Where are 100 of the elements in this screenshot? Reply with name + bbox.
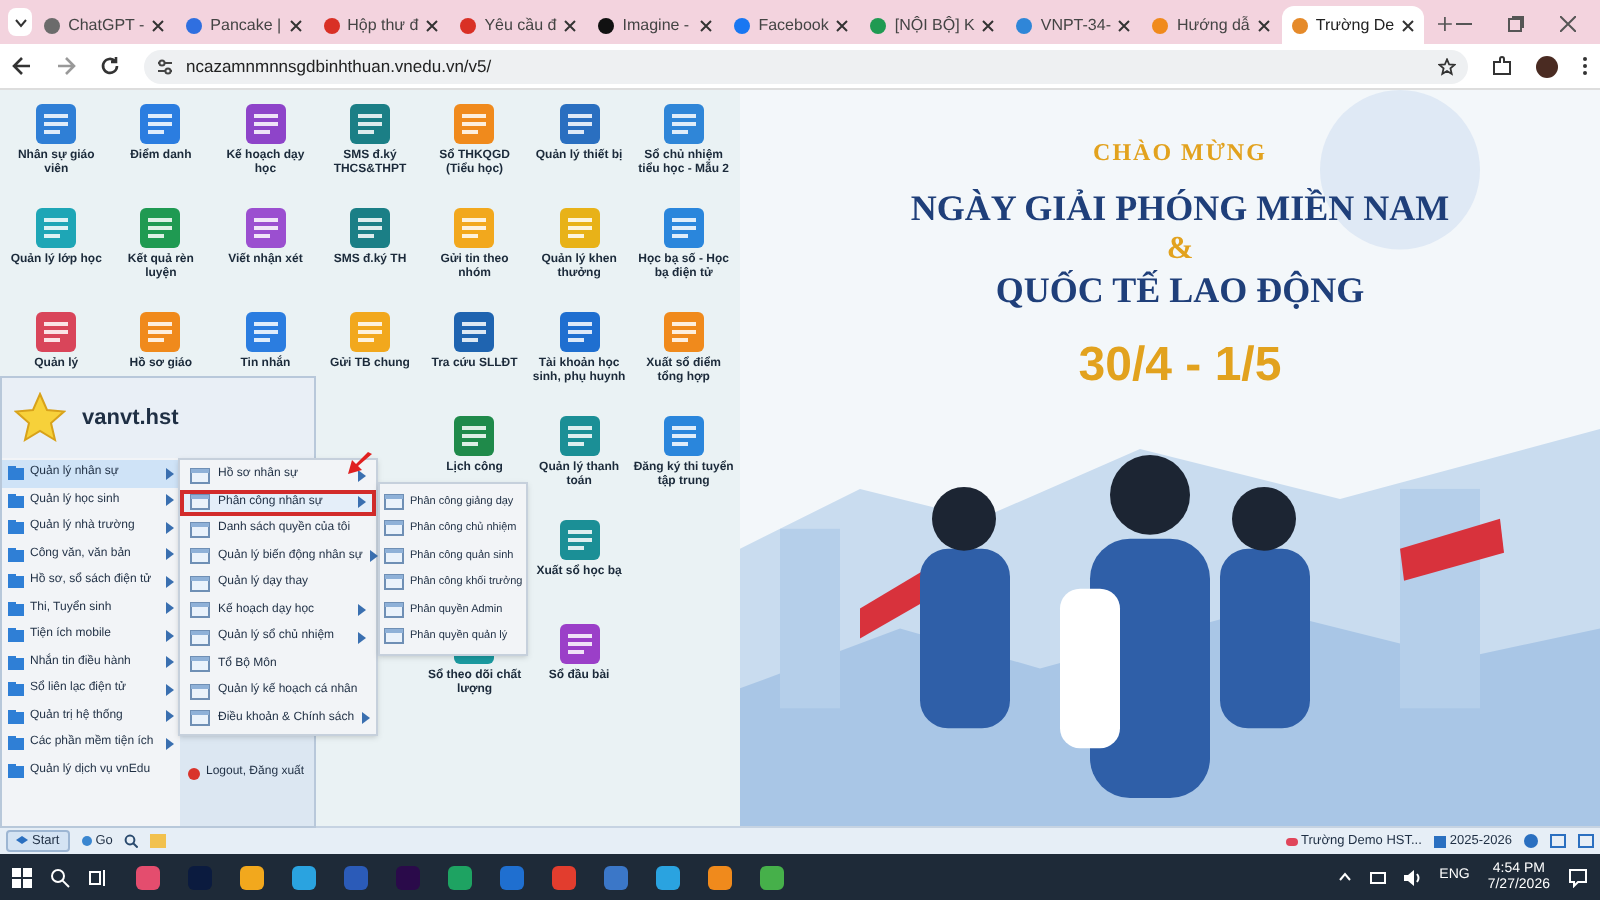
reload-icon[interactable] <box>100 56 120 76</box>
app-icon[interactable] <box>557 518 602 562</box>
window-icon <box>190 467 210 484</box>
window-icon <box>190 602 210 619</box>
speaker-icon[interactable] <box>1403 869 1422 885</box>
tab-title: Hộp thư đ <box>347 13 419 37</box>
window-icon <box>190 521 210 538</box>
ampersand-text: & <box>1166 236 1194 264</box>
close-icon[interactable] <box>564 19 577 31</box>
app-icon[interactable] <box>661 102 706 146</box>
app-icon[interactable] <box>34 102 79 146</box>
chevron-up-icon[interactable] <box>1337 872 1352 882</box>
browser-tab[interactable]: Hướng dẫ <box>1142 6 1280 44</box>
browser-tab[interactable]: Pancake | <box>176 6 312 44</box>
app-icon[interactable] <box>138 102 183 146</box>
app-icon[interactable] <box>452 310 497 354</box>
tab-title: Trường De <box>1315 13 1395 37</box>
favicon-icon <box>323 17 340 33</box>
app-icon[interactable] <box>347 206 392 250</box>
banner-greeting: CHÀO MỪNG <box>1093 136 1267 170</box>
network-icon[interactable] <box>1369 871 1386 883</box>
app-icon[interactable] <box>240 865 264 889</box>
more-icon[interactable] <box>1582 56 1588 76</box>
close-icon[interactable] <box>700 19 713 31</box>
window-icon <box>384 628 404 645</box>
app-icon[interactable] <box>604 865 628 889</box>
windows-logo-icon[interactable] <box>12 867 32 887</box>
app-icon[interactable] <box>557 310 602 354</box>
favicon-icon <box>870 17 887 33</box>
tab-title: Hướng dẫ <box>1176 13 1250 37</box>
app-icon[interactable] <box>500 865 524 889</box>
browser-tab[interactable]: Hộp thư đ <box>313 6 449 44</box>
forward-arrow-icon[interactable] <box>56 56 76 76</box>
close-icon[interactable] <box>836 19 849 31</box>
app-icon[interactable] <box>347 102 392 146</box>
plus-icon[interactable] <box>1438 16 1452 32</box>
window-icon <box>190 575 210 592</box>
tab-title: Pancake | <box>210 13 282 37</box>
browser-tab[interactable]: [NỘI BỘ] K <box>860 6 1005 44</box>
tab-list-button[interactable] <box>8 8 33 36</box>
browser-tab[interactable]: VNPT-34- <box>1006 6 1141 44</box>
avatar-icon[interactable] <box>1536 55 1558 77</box>
star-avatar-icon <box>14 392 66 444</box>
browser-tab[interactable]: ChatGPT - <box>34 6 175 44</box>
app-icon[interactable] <box>243 102 288 146</box>
window-icon <box>190 683 210 700</box>
tab-title: Yêu cầu đ <box>484 13 557 37</box>
favicon-icon <box>44 17 61 33</box>
url-text: ncazamnmnnsgdbinhthuan.vnedu.vn/v5/ <box>186 53 494 79</box>
app-icon[interactable] <box>34 310 79 354</box>
search-icon[interactable] <box>124 834 139 848</box>
app-icon[interactable] <box>243 310 288 354</box>
chevron-down-icon <box>13 17 28 27</box>
browser-tab[interactable]: Yêu cầu đ <box>450 6 587 44</box>
star-icon[interactable] <box>1438 57 1456 75</box>
favicon-icon <box>598 17 615 33</box>
close-icon[interactable] <box>1118 19 1131 31</box>
app-icon[interactable] <box>661 414 706 458</box>
app-icon[interactable] <box>557 102 602 146</box>
browser-tab[interactable]: Imagine - <box>588 6 723 44</box>
app-icon[interactable] <box>448 865 472 889</box>
puzzle-icon[interactable] <box>1492 56 1512 76</box>
close-icon[interactable] <box>1560 16 1576 32</box>
tab-title: VNPT-34- <box>1040 13 1111 37</box>
pointer-arrow-icon <box>346 452 374 476</box>
app-icon[interactable] <box>136 865 160 889</box>
app-icon[interactable] <box>292 865 316 889</box>
app-icon[interactable] <box>661 206 706 250</box>
tab-title: ChatGPT - <box>68 13 145 37</box>
app-icon[interactable] <box>656 865 680 889</box>
app-icon[interactable] <box>243 206 288 250</box>
favicon-icon <box>1152 17 1169 33</box>
close-icon[interactable] <box>1257 19 1270 31</box>
back-arrow-icon[interactable] <box>12 56 32 76</box>
window-icon <box>384 547 404 564</box>
favicon-icon <box>1016 17 1033 33</box>
browser-tab[interactable]: Facebook <box>724 6 859 44</box>
task-view-icon[interactable] <box>88 867 108 887</box>
search-icon[interactable] <box>50 867 70 887</box>
favicon-icon <box>186 17 203 33</box>
close-icon[interactable] <box>1402 19 1415 31</box>
close-icon[interactable] <box>426 19 439 31</box>
app-icon[interactable] <box>138 206 183 250</box>
app-icon[interactable] <box>552 865 576 889</box>
window-icon <box>384 601 404 618</box>
notification-icon[interactable] <box>1568 867 1588 887</box>
close-icon[interactable] <box>289 19 302 31</box>
app-icon[interactable] <box>557 414 602 458</box>
browser-tab[interactable]: Trường De <box>1281 6 1425 44</box>
close-icon[interactable] <box>982 19 995 31</box>
site-settings-icon[interactable] <box>156 57 174 75</box>
app-icon[interactable] <box>760 865 784 889</box>
app-icon[interactable] <box>708 865 732 889</box>
address-field[interactable]: ncazamnmnnsgdbinhthuan.vnedu.vn/v5/ <box>144 49 1468 83</box>
app-icon[interactable] <box>557 622 602 666</box>
window-icon <box>190 710 210 727</box>
restore-icon[interactable] <box>1508 16 1524 32</box>
close-icon[interactable] <box>152 19 165 31</box>
window-icon <box>384 493 404 510</box>
app-icon[interactable] <box>452 414 497 458</box>
